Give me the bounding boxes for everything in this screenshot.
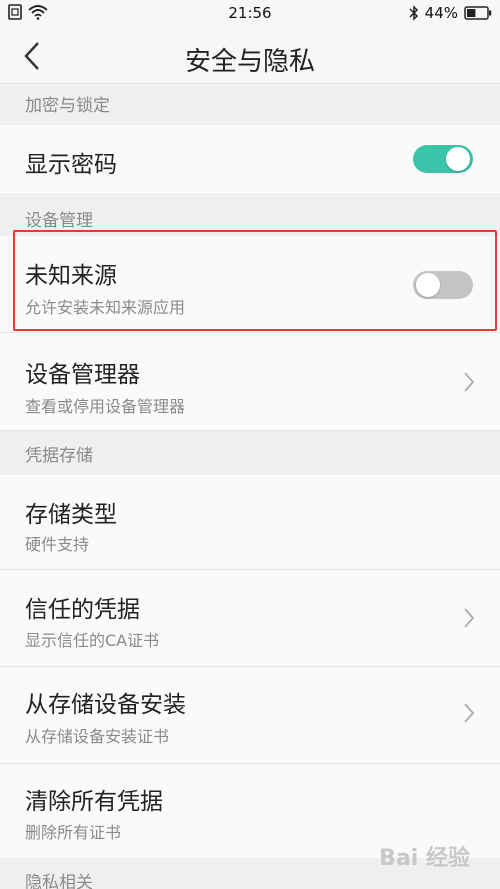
row-title: 显示密码 (25, 152, 117, 178)
row-title: 设备管理器 (25, 362, 140, 388)
title-bar: 安全与隐私 (0, 28, 500, 84)
chevron-right-icon (464, 608, 475, 628)
row-title: 未知来源 (25, 263, 117, 289)
row-storage-type[interactable]: 存储类型 硬件支持 (0, 475, 500, 570)
show-password-toggle[interactable] (413, 145, 473, 173)
row-subtitle: 删除所有证书 (25, 823, 122, 842)
row-install-from-storage[interactable]: 从存储设备安装 从存储设备安装证书 (0, 667, 500, 764)
row-title: 清除所有凭据 (25, 789, 163, 815)
battery-icon (464, 6, 492, 20)
row-title: 从存储设备安装 (25, 692, 186, 718)
row-unknown-sources[interactable]: 未知来源 允许安装未知来源应用 (0, 236, 500, 333)
status-bar: 21:56 44% (0, 0, 500, 28)
watermark: Bai 经验 (379, 846, 470, 871)
section-header-credential-storage: 凭据存储 (0, 431, 500, 475)
row-title: 存储类型 (25, 502, 117, 528)
section-header-device-management: 设备管理 (0, 196, 500, 236)
row-subtitle: 允许安装未知来源应用 (25, 298, 186, 317)
section-header-encryption: 加密与锁定 (0, 85, 500, 125)
row-title: 信任的凭据 (25, 597, 140, 623)
page-title: 安全与隐私 (184, 47, 315, 77)
bluetooth-icon (409, 5, 418, 21)
row-subtitle: 查看或停用设备管理器 (25, 397, 186, 416)
chevron-right-icon (464, 372, 475, 392)
status-right: 44% (409, 4, 492, 22)
row-subtitle: 硬件支持 (25, 535, 90, 554)
row-subtitle: 从存储设备安装证书 (25, 727, 170, 746)
row-device-admin[interactable]: 设备管理器 查看或停用设备管理器 (0, 333, 500, 431)
row-show-password[interactable]: 显示密码 (0, 125, 500, 195)
toggle-knob (416, 273, 440, 297)
row-trusted-credentials[interactable]: 信任的凭据 显示信任的CA证书 (0, 570, 500, 667)
unknown-sources-toggle[interactable] (413, 271, 473, 299)
battery-percent: 44% (424, 4, 458, 22)
chevron-right-icon (464, 703, 475, 723)
row-subtitle: 显示信任的CA证书 (25, 631, 160, 650)
toggle-knob (446, 147, 470, 171)
